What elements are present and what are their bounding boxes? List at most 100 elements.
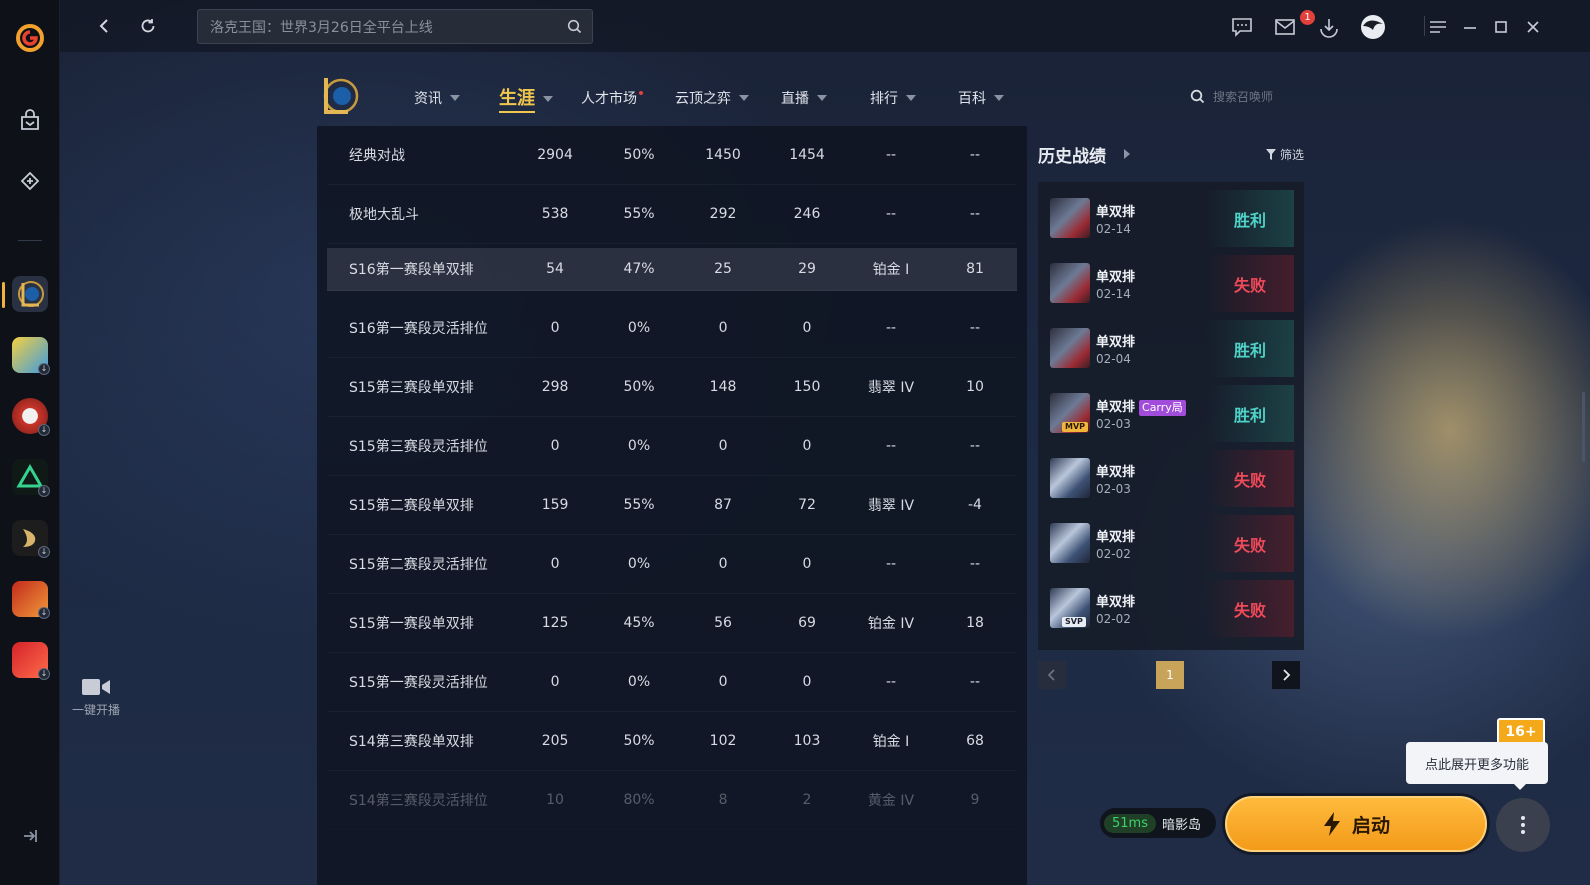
search-icon[interactable] [567, 19, 582, 38]
game-nav: 资讯 生涯 人才市场 云顶之弈 直播 排行 百科 搜索召唤师 [318, 68, 1318, 120]
server-status[interactable]: 51ms 暗影岛 [1100, 808, 1216, 838]
scrollbar[interactable] [1582, 392, 1585, 462]
active-indicator [2, 282, 5, 308]
game-legend-icon[interactable]: ↓ [12, 581, 50, 619]
match-result: 失败 [1206, 580, 1294, 637]
match-result: 失败 [1206, 255, 1294, 312]
download-badge-icon: ↓ [38, 485, 50, 497]
lightning-icon [1323, 812, 1340, 836]
match-result: 失败 [1206, 450, 1294, 507]
collapse-rail-icon[interactable] [20, 826, 40, 846]
more-options-button[interactable] [1496, 798, 1550, 852]
mvp-badge: MVP [1062, 422, 1089, 432]
match-result: 胜利 [1206, 385, 1294, 442]
next-page-button[interactable] [1272, 661, 1300, 689]
table-row[interactable]: S15第一赛段灵活排位 0 0% 0 0 -- -- [327, 653, 1017, 712]
champion-avatar [1050, 263, 1090, 303]
minimize-icon[interactable] [1457, 14, 1483, 40]
tab-tft[interactable]: 云顶之弈 [675, 88, 749, 108]
page-number[interactable]: 1 [1156, 661, 1184, 689]
lol-logo-icon[interactable] [318, 74, 360, 118]
game-rocoworld-icon[interactable]: ↓ [12, 337, 50, 375]
history-list: 单双排 02-14 胜利 单双排 02-14 失败 单双排 02-04 胜利 M… [1038, 182, 1304, 650]
mail-badge: 1 [1300, 10, 1315, 25]
table-row[interactable]: 经典对战 2904 50% 1450 1454 -- -- [327, 126, 1017, 185]
svp-badge: SVP [1062, 617, 1086, 627]
game-lol-icon[interactable] [12, 276, 48, 312]
table-row[interactable]: S15第三赛段灵活排位 0 0% 0 0 -- -- [327, 417, 1017, 476]
more-features-tooltip: 点此展开更多功能 [1406, 742, 1548, 790]
tab-talent-market[interactable]: 人才市场 [581, 88, 643, 108]
match-result: 胜利 [1206, 320, 1294, 377]
download-badge-icon: ↓ [38, 668, 50, 680]
chevron-down-icon [450, 95, 460, 101]
table-row[interactable]: S14第三赛段单双排 205 50% 102 103 铂金 I 68 [327, 712, 1017, 771]
match-item[interactable]: 单双排 02-14 胜利 [1048, 190, 1294, 247]
tab-live[interactable]: 直播 [781, 88, 827, 108]
filter-button[interactable]: 筛选 [1265, 146, 1304, 163]
filter-icon [1265, 149, 1276, 160]
match-item[interactable]: 单双排 02-03 失败 [1048, 450, 1294, 507]
tab-wiki[interactable]: 百科 [958, 88, 1004, 108]
match-item[interactable]: 单双排 02-02 失败 [1048, 515, 1294, 572]
tab-ranking[interactable]: 排行 [870, 88, 916, 108]
chevron-right-icon [1283, 669, 1291, 681]
match-item[interactable]: 单双排 02-04 胜利 [1048, 320, 1294, 377]
table-row[interactable]: S16第一赛段灵活排位 0 0% 0 0 -- -- [327, 299, 1017, 358]
table-row-selected[interactable]: S16第一赛段单双排 54 47% 25 29 铂金 I 81 [327, 248, 1017, 291]
go-live-button[interactable]: 一键开播 [68, 676, 124, 718]
download-badge-icon: ↓ [38, 424, 50, 436]
download-badge-icon: ↓ [38, 607, 50, 619]
top-search-input[interactable]: 洛克王国：世界3月26日全平台上线 [197, 9, 593, 44]
chat-icon[interactable] [1229, 14, 1255, 40]
game-valorant-icon[interactable]: ↓ [12, 459, 50, 497]
history-title[interactable]: 历史战绩 [1038, 142, 1106, 167]
table-row[interactable]: S15第三赛段单双排 298 50% 148 150 翡翠 IV 10 [327, 358, 1017, 417]
table-row[interactable]: S15第二赛段单双排 159 55% 87 72 翡翠 IV -4 [327, 476, 1017, 535]
table-row[interactable]: 极地大乱斗 538 55% 292 246 -- -- [327, 185, 1017, 244]
chevron-down-icon [817, 95, 827, 101]
menu-icon[interactable] [1425, 14, 1451, 40]
download-badge-icon: ↓ [38, 363, 50, 375]
server-name: 暗影岛 [1161, 817, 1201, 833]
table-row[interactable]: S15第一赛段单双排 125 45% 56 69 铂金 IV 18 [327, 594, 1017, 653]
match-result: 失败 [1206, 515, 1294, 572]
back-button[interactable] [92, 14, 116, 38]
game-nishuihan-icon[interactable]: ↓ [12, 642, 50, 680]
match-item[interactable]: SVP 单双排 02-02 失败 [1048, 580, 1294, 637]
search-icon [1190, 89, 1205, 104]
rail-divider [18, 240, 42, 241]
refresh-button[interactable] [136, 14, 160, 38]
chevron-right-icon[interactable] [1124, 149, 1130, 159]
history-pager: 1 [1038, 661, 1304, 691]
game-cf-icon[interactable]: ↓ [12, 398, 50, 436]
more-vertical-icon [1521, 816, 1525, 834]
close-icon[interactable] [1520, 14, 1546, 40]
launch-button[interactable]: 启动 [1225, 796, 1487, 852]
table-row[interactable]: S14第三赛段灵活排位 10 80% 8 2 黄金 IV 9 [327, 771, 1017, 830]
download-badge-icon: ↓ [38, 546, 50, 558]
tab-career[interactable]: 生涯 [499, 84, 553, 113]
chevron-left-icon [1047, 669, 1055, 681]
gamepad-icon[interactable] [16, 167, 44, 195]
prev-page-button[interactable] [1038, 661, 1066, 689]
champion-avatar [1050, 328, 1090, 368]
table-row[interactable]: S15第二赛段灵活排位 0 0% 0 0 -- -- [327, 535, 1017, 594]
match-item[interactable]: MVP 单双排 Carry局 02-03 胜利 [1048, 385, 1294, 442]
summoner-search-input[interactable]: 搜索召唤师 [1190, 88, 1273, 105]
chevron-down-icon [994, 95, 1004, 101]
app-logo-icon[interactable] [14, 22, 46, 54]
match-item[interactable]: 单双排 02-14 失败 [1048, 255, 1294, 312]
game-dnf-icon[interactable]: ↓ [12, 520, 50, 558]
download-icon[interactable] [1316, 14, 1342, 40]
avatar[interactable] [1360, 14, 1386, 40]
mail-icon[interactable] [1272, 14, 1298, 40]
maximize-icon[interactable] [1488, 14, 1514, 40]
chevron-down-icon [543, 95, 553, 102]
summoner-search-placeholder: 搜索召唤师 [1213, 90, 1274, 104]
chevron-down-icon [906, 95, 916, 101]
new-dot [639, 91, 643, 95]
store-icon[interactable] [16, 107, 44, 135]
tab-news[interactable]: 资讯 [414, 88, 460, 108]
champion-avatar [1050, 523, 1090, 563]
